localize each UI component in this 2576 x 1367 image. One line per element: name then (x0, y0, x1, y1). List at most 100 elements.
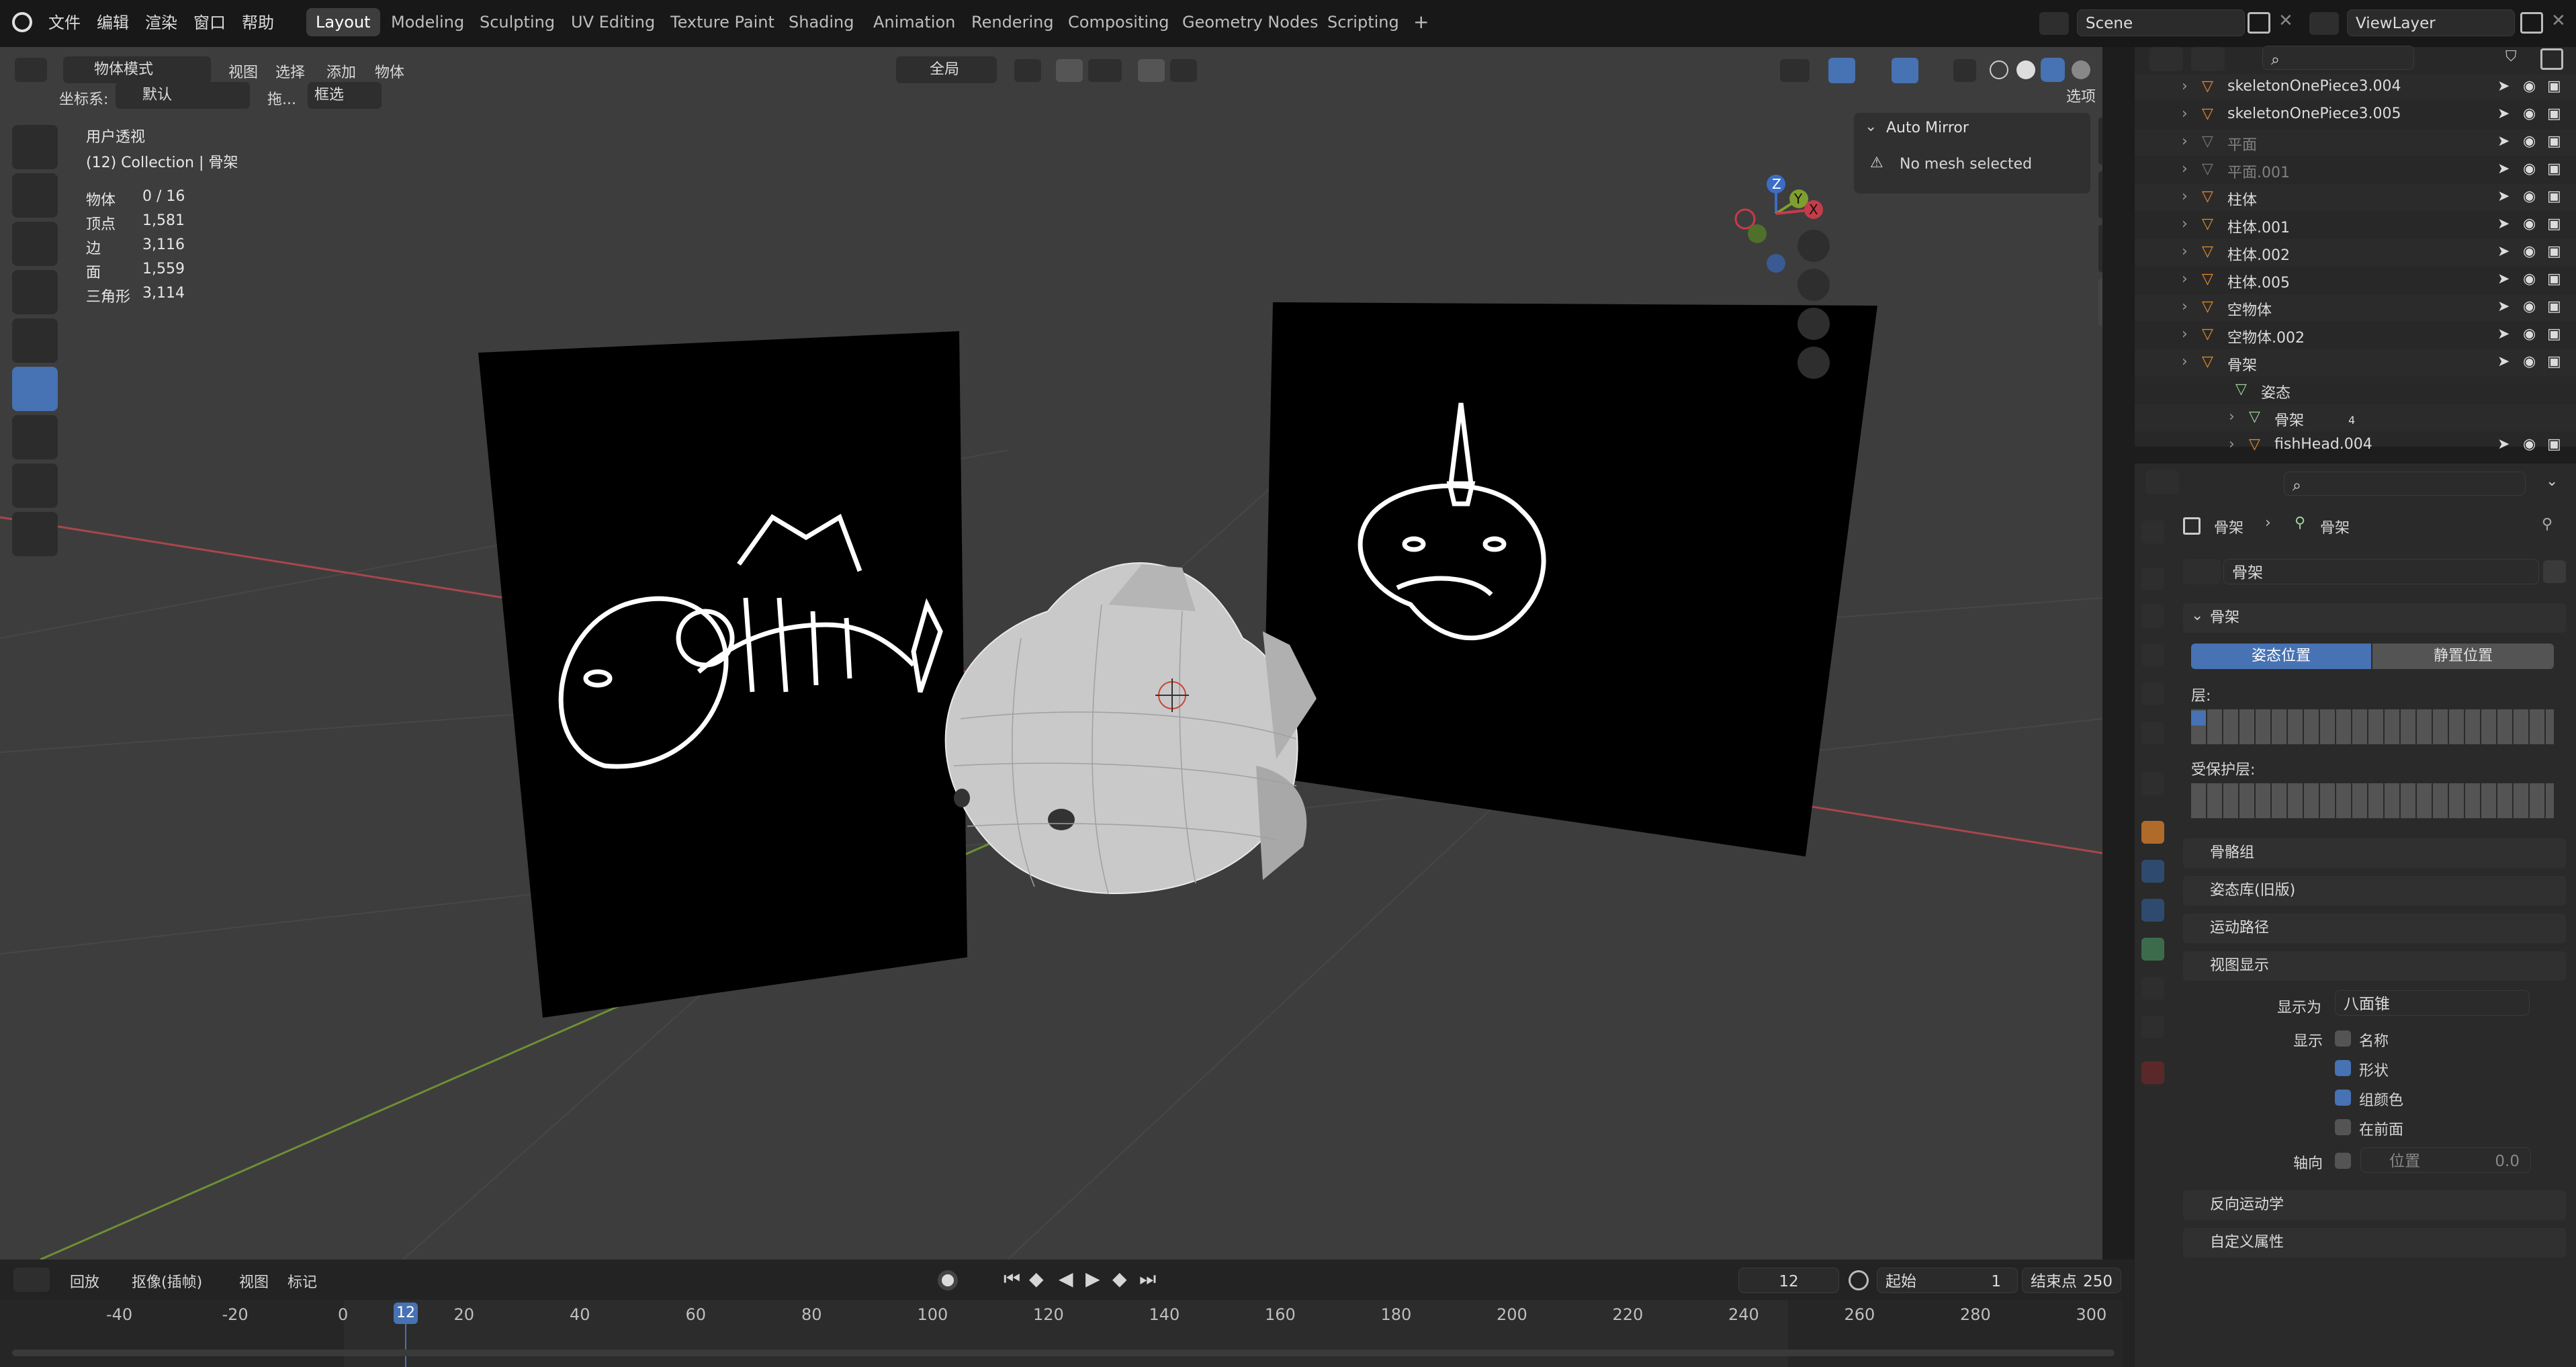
section-viewport-display[interactable]: 视图显示 (2183, 951, 2566, 981)
render-camera-icon[interactable]: ▣ (2547, 188, 2561, 205)
scene-name-field[interactable]: Scene (2077, 9, 2245, 36)
section-skeleton[interactable]: 骨架 (2183, 603, 2566, 633)
outliner-row[interactable]: › ▽ skeletonOnePiece3.004 ➤ ◉ ▣ (2135, 74, 2576, 101)
outliner-row[interactable]: › ▽ 平面 ➤ ◉ ▣ (2135, 129, 2576, 156)
proportional-edit-icon[interactable] (1138, 59, 1165, 82)
annotate-tool-icon[interactable] (12, 415, 58, 459)
add-workspace-button[interactable]: + (1404, 8, 1438, 36)
end-frame-field[interactable]: 结束点 250 (2022, 1268, 2121, 1293)
menu-help[interactable]: 帮助 (242, 9, 274, 33)
pose-position-button[interactable]: 姿态位置 (2191, 644, 2371, 669)
axes-checkbox[interactable] (2335, 1153, 2351, 1169)
outliner-row[interactable]: › ▽ fishHead.004 ➤ ◉ ▣ (2135, 432, 2576, 459)
selectable-icon[interactable]: ➤ (2497, 161, 2510, 177)
render-camera-icon[interactable]: ▣ (2547, 133, 2561, 150)
pin-icon[interactable]: ⚲ (2542, 516, 2552, 533)
new-scene-icon[interactable] (2248, 12, 2270, 34)
new-viewlayer-icon[interactable] (2520, 12, 2543, 34)
pan-icon[interactable] (1797, 269, 1830, 301)
fake-user-icon[interactable] (2543, 560, 2566, 583)
scale-tool-icon[interactable] (12, 318, 58, 363)
outliner-row[interactable]: › ▽ 柱体.005 ➤ ◉ ▣ (2135, 267, 2576, 294)
zoom-icon[interactable] (1797, 230, 1830, 262)
auto-mirror-title[interactable]: Auto Mirror (1886, 120, 1969, 136)
gizmo-toggle-icon[interactable] (1828, 58, 1855, 83)
visibility-eye-icon[interactable]: ◉ (2523, 78, 2536, 95)
section-bone-groups[interactable]: 骨骼组 (2183, 838, 2566, 868)
close-scene-icon[interactable]: ✕ (2278, 11, 2293, 31)
breadcrumb-data[interactable]: 骨架 (2320, 516, 2350, 537)
menu-window[interactable]: 窗口 (193, 9, 226, 33)
properties-search-input[interactable]: ⌕ (2284, 472, 2526, 496)
collection-props-icon[interactable] (2141, 773, 2164, 795)
selectable-icon[interactable]: ➤ (2497, 243, 2510, 260)
object-props-icon[interactable] (2141, 821, 2164, 844)
visibility-eye-icon[interactable]: ◉ (2523, 436, 2536, 453)
visibility-eye-icon[interactable]: ◉ (2523, 298, 2536, 315)
camera-view-icon[interactable] (1797, 308, 1830, 340)
expand-arrow-icon[interactable]: › (2182, 298, 2188, 315)
visibility-eye-icon[interactable]: ◉ (2523, 271, 2536, 288)
viewlayer-icon[interactable] (2309, 12, 2339, 35)
material-shading-icon[interactable] (2041, 58, 2065, 82)
expand-arrow-icon[interactable]: › (2182, 353, 2188, 370)
bone-constraint-icon[interactable] (2141, 1016, 2164, 1039)
render-camera-icon[interactable]: ▣ (2547, 271, 2561, 288)
sidebar-tab-view[interactable]: 视图 (2098, 225, 2102, 272)
tab-modeling[interactable]: Modeling (382, 8, 474, 36)
next-keyframe-icon[interactable]: ◆ (1112, 1268, 1127, 1290)
show-group-colors-checkbox[interactable] (2335, 1090, 2351, 1106)
start-frame-field[interactable]: 起始 1 (1877, 1268, 2018, 1293)
expand-arrow-icon[interactable]: › (2182, 133, 2188, 150)
timeline-scrollbar[interactable] (12, 1350, 2115, 1356)
snap-icon[interactable] (1056, 59, 1083, 82)
outliner-editor-icon[interactable] (2149, 47, 2183, 71)
render-props-icon[interactable] (2141, 568, 2164, 590)
tab-geometry-nodes[interactable]: Geometry Nodes (1173, 8, 1327, 36)
selectable-icon[interactable]: ➤ (2497, 298, 2510, 315)
sidebar-tab-edit[interactable]: 编辑 (2098, 279, 2102, 326)
tab-texture-paint[interactable]: Texture Paint (661, 8, 784, 36)
transform-orientation-dropdown[interactable]: 全局 (896, 56, 997, 83)
timeline-editor-icon[interactable] (13, 1268, 50, 1292)
stopwatch-icon[interactable] (1849, 1270, 1869, 1290)
selectable-icon[interactable]: ➤ (2497, 271, 2510, 288)
section-motion-paths[interactable]: 运动路径 (2183, 914, 2566, 943)
expand-arrow-icon[interactable]: › (2182, 326, 2188, 343)
outliner-display-mode-icon[interactable] (2191, 47, 2225, 71)
marker-menu[interactable]: 标记 (287, 1270, 317, 1292)
wireframe-shading-icon[interactable] (1990, 60, 2008, 79)
outliner-row[interactable]: › ▽ 柱体.002 ➤ ◉ ▣ (2135, 239, 2576, 266)
render-camera-icon[interactable]: ▣ (2547, 161, 2561, 177)
outliner-row[interactable]: › ▽ 骨架 4 (2135, 404, 2576, 431)
tab-sculpting[interactable]: Sculpting (470, 8, 564, 36)
menu-view[interactable]: 视图 (228, 60, 258, 82)
blender-logo-icon[interactable] (12, 12, 32, 32)
render-camera-icon[interactable]: ▣ (2547, 353, 2561, 370)
measure-tool-icon[interactable] (12, 464, 58, 508)
scene-icon[interactable] (2039, 12, 2069, 35)
outliner-row[interactable]: › ▽ 空物体 ➤ ◉ ▣ (2135, 294, 2576, 321)
bone-props-icon[interactable] (2141, 977, 2164, 1000)
outliner-row[interactable]: › ▽ 柱体.001 ➤ ◉ ▣ (2135, 212, 2576, 238)
jump-start-icon[interactable]: ⏮ (1004, 1268, 1020, 1290)
jump-end-icon[interactable]: ⏭ (1139, 1268, 1156, 1290)
section-inverse-kinematics[interactable]: 反向运动学 (2183, 1190, 2566, 1220)
expand-arrow-icon[interactable]: › (2229, 436, 2235, 453)
current-frame-field[interactable]: 12 (1738, 1268, 1839, 1293)
new-collection-icon[interactable] (2540, 48, 2563, 70)
properties-editor-icon[interactable] (2145, 470, 2179, 494)
cursor-tool-icon[interactable] (12, 173, 58, 218)
rendered-shading-icon[interactable] (2072, 60, 2090, 79)
section-pose-library[interactable]: 姿态库(旧版) (2183, 876, 2566, 906)
solid-shading-icon[interactable] (2016, 60, 2035, 79)
xray-icon[interactable] (1953, 59, 1976, 82)
menu-object[interactable]: 物体 (375, 60, 404, 82)
outliner-row[interactable]: › ▽ 平面.001 ➤ ◉ ▣ (2135, 157, 2576, 183)
record-icon[interactable] (938, 1270, 958, 1290)
tab-scripting[interactable]: Scripting (1318, 8, 1409, 36)
visibility-eye-icon[interactable]: ◉ (2523, 216, 2536, 232)
selectable-icon[interactable]: ➤ (2497, 436, 2510, 453)
tab-rendering[interactable]: Rendering (962, 8, 1063, 36)
options-button[interactable]: 选项 (2066, 85, 2096, 106)
